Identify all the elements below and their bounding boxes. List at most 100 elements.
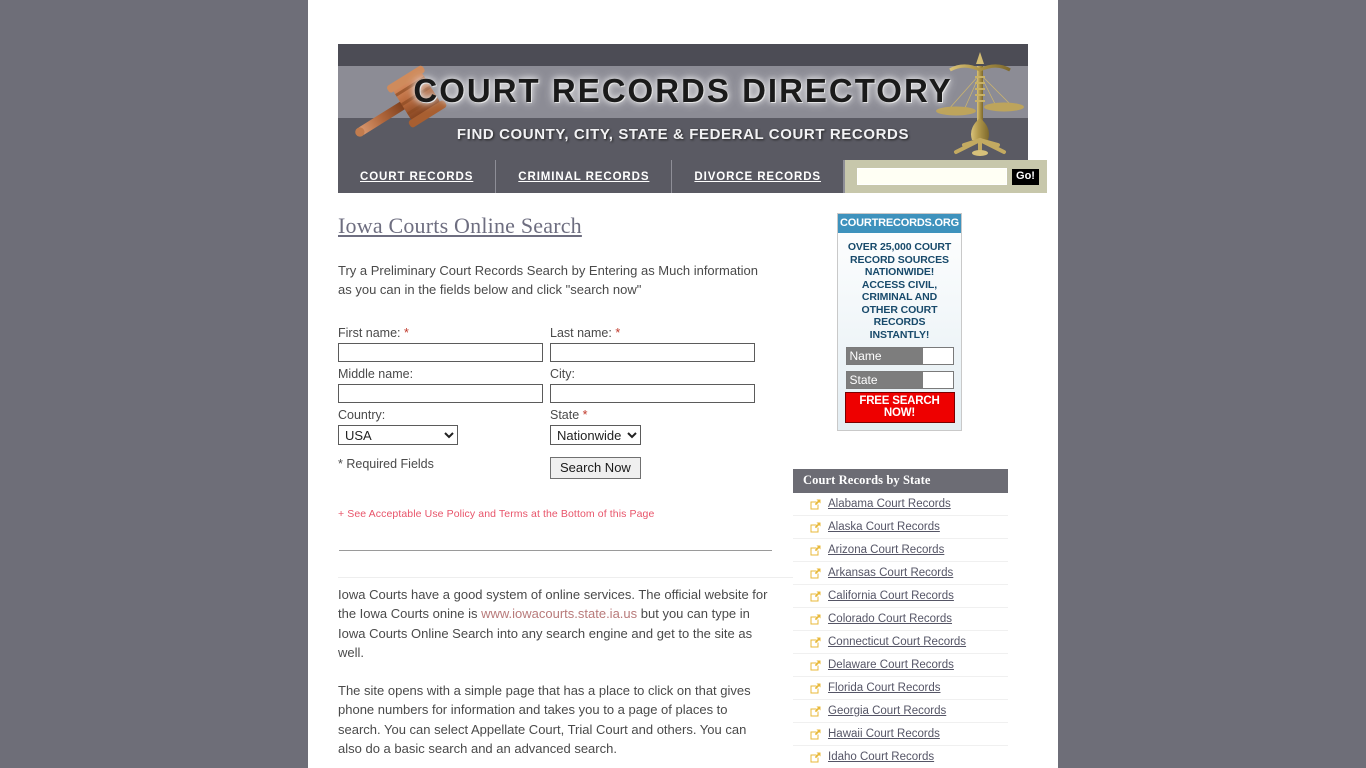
state-link[interactable]: Hawaii Court Records: [828, 728, 940, 740]
site-search-input[interactable]: [857, 168, 1008, 185]
list-item[interactable]: Connecticut Court Records: [793, 631, 1008, 654]
banner-subtitle: FIND COUNTY, CITY, STATE & FEDERAL COURT…: [456, 126, 910, 143]
last-name-input[interactable]: [550, 343, 755, 362]
state-link[interactable]: Florida Court Records: [828, 682, 940, 694]
state-records-list: Alabama Court Records Alaska Court Recor…: [793, 493, 1008, 768]
state-label: State *: [550, 407, 762, 425]
field-middle-name: Middle name:: [338, 366, 550, 407]
required-asterisk: *: [582, 408, 588, 422]
site-search-area: Go!: [845, 160, 1047, 193]
state-link[interactable]: Connecticut Court Records: [828, 636, 966, 648]
country-label: Country:: [338, 408, 386, 422]
sidebar-states-heading: Court Records by State: [793, 469, 1008, 493]
field-country: Country: USA: [338, 407, 550, 445]
list-item[interactable]: Idaho Court Records: [793, 746, 1008, 768]
state-link[interactable]: Colorado Court Records: [828, 613, 952, 625]
form-row-country-state: Country: USA State * Nationwide: [338, 407, 763, 445]
ad-state-field[interactable]: State: [845, 371, 954, 389]
form-row-submit: * Required Fields Search Now: [338, 457, 763, 479]
divider-light: [338, 577, 793, 578]
external-link-icon: [810, 683, 821, 693]
external-link-icon: [810, 752, 821, 762]
state-link[interactable]: Arkansas Court Records: [828, 567, 953, 579]
field-first-name: First name: *: [338, 325, 550, 366]
page-container: COURT RECORDS DIRECTORY FIND COUNTY, CIT…: [308, 0, 1058, 768]
field-state: State * Nationwide: [550, 407, 762, 445]
external-link-icon: [810, 729, 821, 739]
site-banner: COURT RECORDS DIRECTORY FIND COUNTY, CIT…: [338, 44, 1028, 160]
list-item[interactable]: Florida Court Records: [793, 677, 1008, 700]
state-select[interactable]: Nationwide: [550, 425, 641, 445]
intro-text: Try a Preliminary Court Records Search b…: [338, 263, 759, 297]
divider-dark: [339, 550, 772, 551]
city-input[interactable]: [550, 384, 755, 403]
courtrecords-ad-banner[interactable]: COURTRECORDS.ORG OVER 25,000 COURT RECOR…: [837, 213, 962, 431]
search-now-button[interactable]: Search Now: [550, 457, 641, 479]
iowacourts-link[interactable]: www.iowacourts.state.ia.us: [481, 606, 637, 621]
nav-item-court-records[interactable]: COURT RECORDS: [338, 160, 497, 193]
first-name-input[interactable]: [338, 343, 543, 362]
city-label: City:: [550, 367, 575, 381]
state-link[interactable]: Idaho Court Records: [828, 751, 934, 763]
external-link-icon: [810, 545, 821, 555]
required-asterisk: *: [615, 326, 621, 340]
form-row-middle-city: Middle name: City:: [338, 366, 763, 407]
ad-brand-header: COURTRECORDS.ORG: [838, 214, 961, 233]
page-inner: COURT RECORDS DIRECTORY FIND COUNTY, CIT…: [338, 0, 1047, 768]
nav-label: DIVORCE RECORDS: [694, 170, 822, 183]
last-name-label: Last name: *: [550, 325, 762, 343]
list-item[interactable]: Colorado Court Records: [793, 608, 1008, 631]
main-navigation: COURT RECORDS CRIMINAL RECORDS DIVORCE R…: [338, 160, 1047, 193]
list-item[interactable]: Georgia Court Records: [793, 700, 1008, 723]
external-link-icon: [810, 614, 821, 624]
first-name-label-text: First name:: [338, 326, 401, 340]
state-link[interactable]: Alabama Court Records: [828, 498, 951, 510]
external-link-icon: [810, 637, 821, 647]
external-link-icon: [810, 706, 821, 716]
state-link[interactable]: Georgia Court Records: [828, 705, 946, 717]
field-last-name: Last name: *: [550, 325, 762, 366]
list-item[interactable]: Arizona Court Records: [793, 539, 1008, 562]
banner-title: COURT RECORDS DIRECTORY: [413, 72, 953, 109]
page-title: Iowa Courts Online Search: [338, 213, 582, 238]
sidebar: COURTRECORDS.ORG OVER 25,000 COURT RECOR…: [793, 213, 1008, 768]
nav-label: COURT RECORDS: [360, 170, 474, 183]
nav-item-criminal-records[interactable]: CRIMINAL RECORDS: [496, 160, 673, 193]
middle-name-input[interactable]: [338, 384, 543, 403]
state-link[interactable]: Alaska Court Records: [828, 521, 940, 533]
ad-name-field[interactable]: Name: [845, 347, 954, 365]
field-city: City:: [550, 366, 762, 407]
required-fields-note: * Required Fields: [338, 457, 434, 471]
state-link[interactable]: Arizona Court Records: [828, 544, 944, 556]
list-item[interactable]: Alabama Court Records: [793, 493, 1008, 516]
first-name-label: First name: *: [338, 325, 550, 343]
external-link-icon: [810, 591, 821, 601]
ad-free-search-button[interactable]: FREE SEARCH NOW!: [844, 392, 955, 423]
external-link-icon: [810, 499, 821, 509]
acceptable-use-policy-note: + See Acceptable Use Policy and Terms at…: [338, 508, 655, 520]
site-search-go-button[interactable]: Go!: [1012, 168, 1039, 185]
middle-name-label: Middle name:: [338, 367, 414, 381]
external-link-icon: [810, 522, 821, 532]
form-row-names: First name: * Last name: *: [338, 325, 763, 366]
list-item[interactable]: Delaware Court Records: [793, 654, 1008, 677]
ad-name-field-text: Name: [846, 348, 923, 364]
state-link[interactable]: Delaware Court Records: [828, 659, 954, 671]
ad-state-field-text: State: [846, 372, 923, 388]
list-item[interactable]: Alaska Court Records: [793, 516, 1008, 539]
list-item[interactable]: Hawaii Court Records: [793, 723, 1008, 746]
state-link[interactable]: California Court Records: [828, 590, 954, 602]
state-label-text: State: [550, 408, 580, 422]
country-select[interactable]: USA: [338, 425, 458, 445]
external-link-icon: [810, 660, 821, 670]
external-link-icon: [810, 568, 821, 578]
court-records-search-form: First name: * Last name: * Middle name: …: [338, 325, 763, 479]
nav-label: CRIMINAL RECORDS: [518, 170, 650, 183]
last-name-label-text: Last name:: [550, 326, 612, 340]
body-columns: Iowa Courts Online Search Try a Prelimin…: [338, 193, 1028, 768]
body-paragraph-2: The site opens with a simple page that h…: [338, 682, 751, 757]
body-paragraph-1: Iowa Courts have a good system of online…: [338, 585, 773, 663]
list-item[interactable]: Arkansas Court Records: [793, 562, 1008, 585]
nav-item-divorce-records[interactable]: DIVORCE RECORDS: [672, 160, 845, 193]
list-item[interactable]: California Court Records: [793, 585, 1008, 608]
